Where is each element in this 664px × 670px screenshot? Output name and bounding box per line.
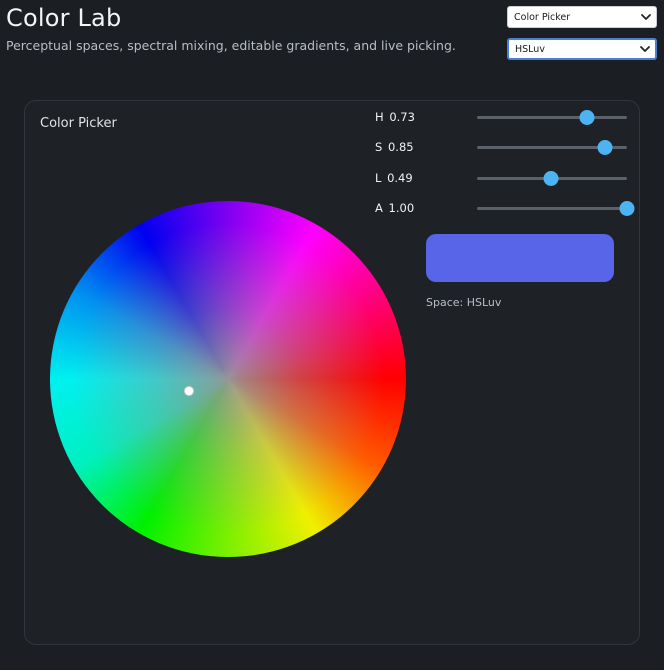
chevron-down-icon (640, 46, 650, 52)
slider-label-l: L 0.49 (375, 171, 413, 185)
slider-label-h: H 0.73 (375, 110, 415, 124)
app-title: Color Lab (6, 4, 122, 32)
view-select[interactable]: Color Picker (507, 6, 657, 28)
slider-value-h: 0.73 (389, 110, 415, 124)
color-preview-swatch (426, 234, 614, 282)
slider-track-s[interactable] (477, 140, 627, 155)
color-space-select[interactable]: HSLuv (507, 38, 657, 60)
view-select-value: Color Picker (514, 11, 571, 23)
slider-value-s: 0.85 (387, 140, 414, 154)
color-picker-panel: Color Picker H 0.73 S 0.85 L 0.49 A 1.00 (24, 100, 640, 645)
space-label: Space: HSLuv (426, 296, 502, 309)
slider-label-s: S 0.85 (375, 140, 414, 154)
wheel-selection-marker[interactable] (184, 386, 194, 396)
chevron-down-icon (641, 14, 651, 20)
slider-track-l[interactable] (477, 171, 627, 186)
slider-track-a[interactable] (477, 201, 635, 216)
color-lab-page: Color Lab Perceptual spaces, spectral mi… (0, 0, 664, 670)
slider-track-h[interactable] (477, 110, 627, 125)
slider-row-s: S 0.85 (375, 138, 640, 156)
slider-row-l: L 0.49 (375, 169, 640, 187)
slider-value-a: 1.00 (388, 201, 415, 215)
slider-thumb-h[interactable] (579, 110, 594, 125)
slider-label-a: A 1.00 (375, 201, 415, 215)
color-space-select-value: HSLuv (515, 43, 545, 55)
slider-value-l: 0.49 (387, 171, 413, 185)
slider-thumb-s[interactable] (597, 140, 612, 155)
slider-thumb-a[interactable] (619, 201, 635, 216)
app-subtitle: Perceptual spaces, spectral mixing, edit… (6, 38, 456, 53)
color-wheel[interactable] (50, 201, 406, 557)
slider-thumb-l[interactable] (543, 171, 558, 186)
slider-row-h: H 0.73 (375, 108, 640, 126)
panel-title: Color Picker (40, 116, 117, 131)
slider-row-a: A 1.00 (375, 199, 640, 217)
